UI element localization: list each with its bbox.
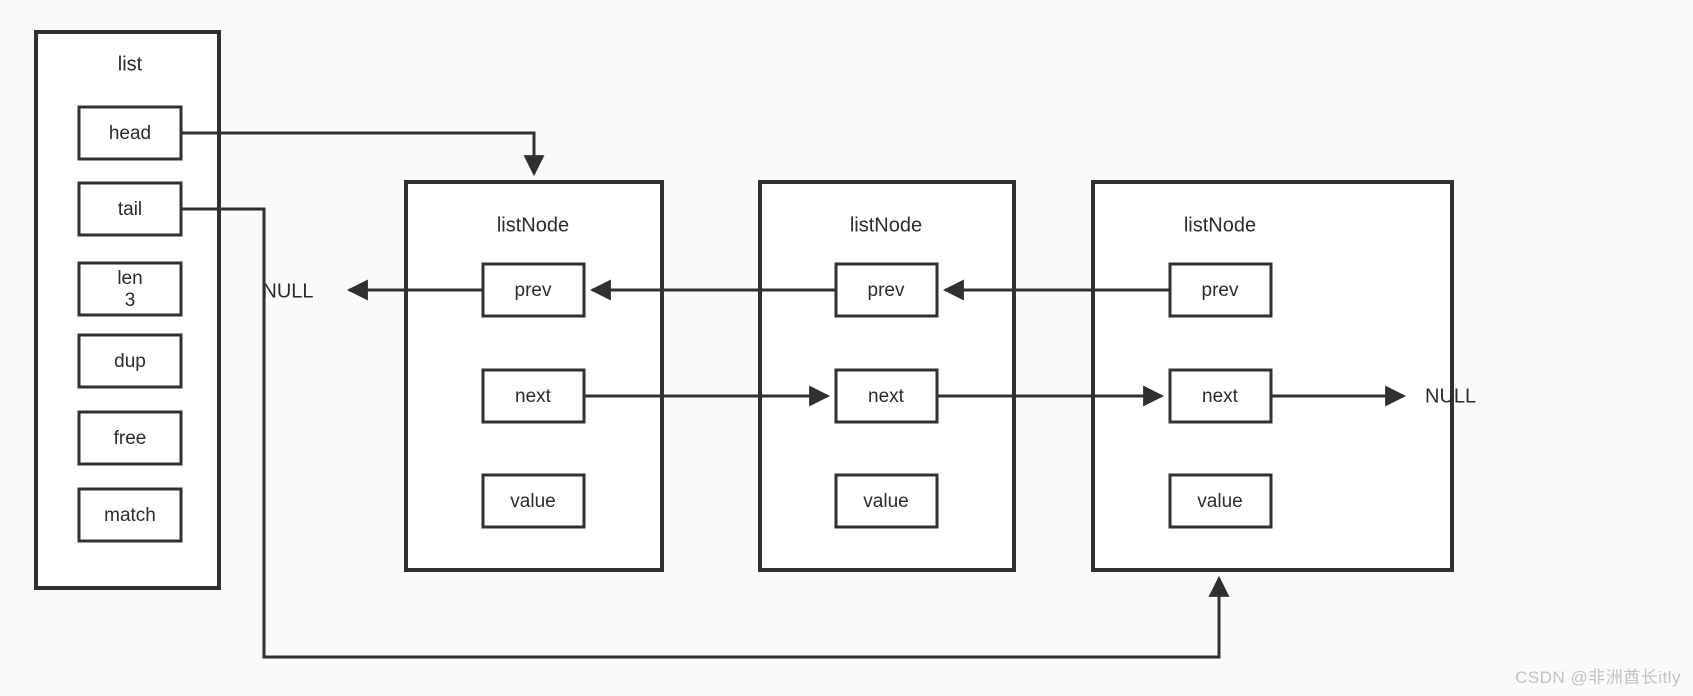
null-label-right: NULL xyxy=(1425,385,1476,407)
list-field-len: len 3 xyxy=(77,261,183,317)
list-node-2-value-label: value xyxy=(863,491,908,512)
connector-head-to-node1 xyxy=(181,131,545,177)
list-field-dup: dup xyxy=(77,333,183,389)
list-field-match: match xyxy=(77,487,183,543)
list-node-3-next-label: next xyxy=(1202,386,1239,407)
list-node-1-title: listNode xyxy=(497,214,569,236)
linked-list-diagram: list head tail len 3 dup free match list… xyxy=(0,0,1693,696)
csdn-watermark: CSDN @非洲酋长itly xyxy=(1515,668,1681,687)
list-field-free-label: free xyxy=(114,428,147,449)
list-node-1: listNode prev next value xyxy=(404,180,664,572)
list-field-match-label: match xyxy=(104,505,156,526)
list-field-len-label: len xyxy=(117,268,142,289)
list-node-3: listNode prev next value xyxy=(1091,180,1454,572)
list-node-1-value-label: value xyxy=(510,491,555,512)
null-label-left: NULL xyxy=(262,280,313,302)
list-node-2-prev-label: prev xyxy=(868,280,905,301)
list-field-head-label: head xyxy=(109,123,151,144)
list-node-1-prev-label: prev xyxy=(515,280,552,301)
list-field-head: head xyxy=(77,105,183,161)
list-field-tail-label: tail xyxy=(118,199,142,220)
diagram-canvas: list head tail len 3 dup free match list… xyxy=(34,30,1476,659)
list-field-len-value: 3 xyxy=(125,290,136,311)
list-field-tail: tail xyxy=(77,181,183,237)
list-node-2-title: listNode xyxy=(850,214,922,236)
list-field-dup-label: dup xyxy=(114,351,146,372)
list-node-1-next-label: next xyxy=(515,386,552,407)
list-node-3-title: listNode xyxy=(1184,214,1256,236)
list-struct-title: list xyxy=(118,53,143,75)
list-field-free: free xyxy=(77,410,183,466)
list-node-3-prev-label: prev xyxy=(1202,280,1239,301)
list-struct-box: list head tail len 3 dup free match xyxy=(34,30,221,590)
list-node-2: listNode prev next value xyxy=(758,180,1016,572)
list-node-3-value-label: value xyxy=(1197,491,1242,512)
list-node-2-next-label: next xyxy=(868,386,905,407)
connector-tail-to-node3 xyxy=(181,207,1230,659)
